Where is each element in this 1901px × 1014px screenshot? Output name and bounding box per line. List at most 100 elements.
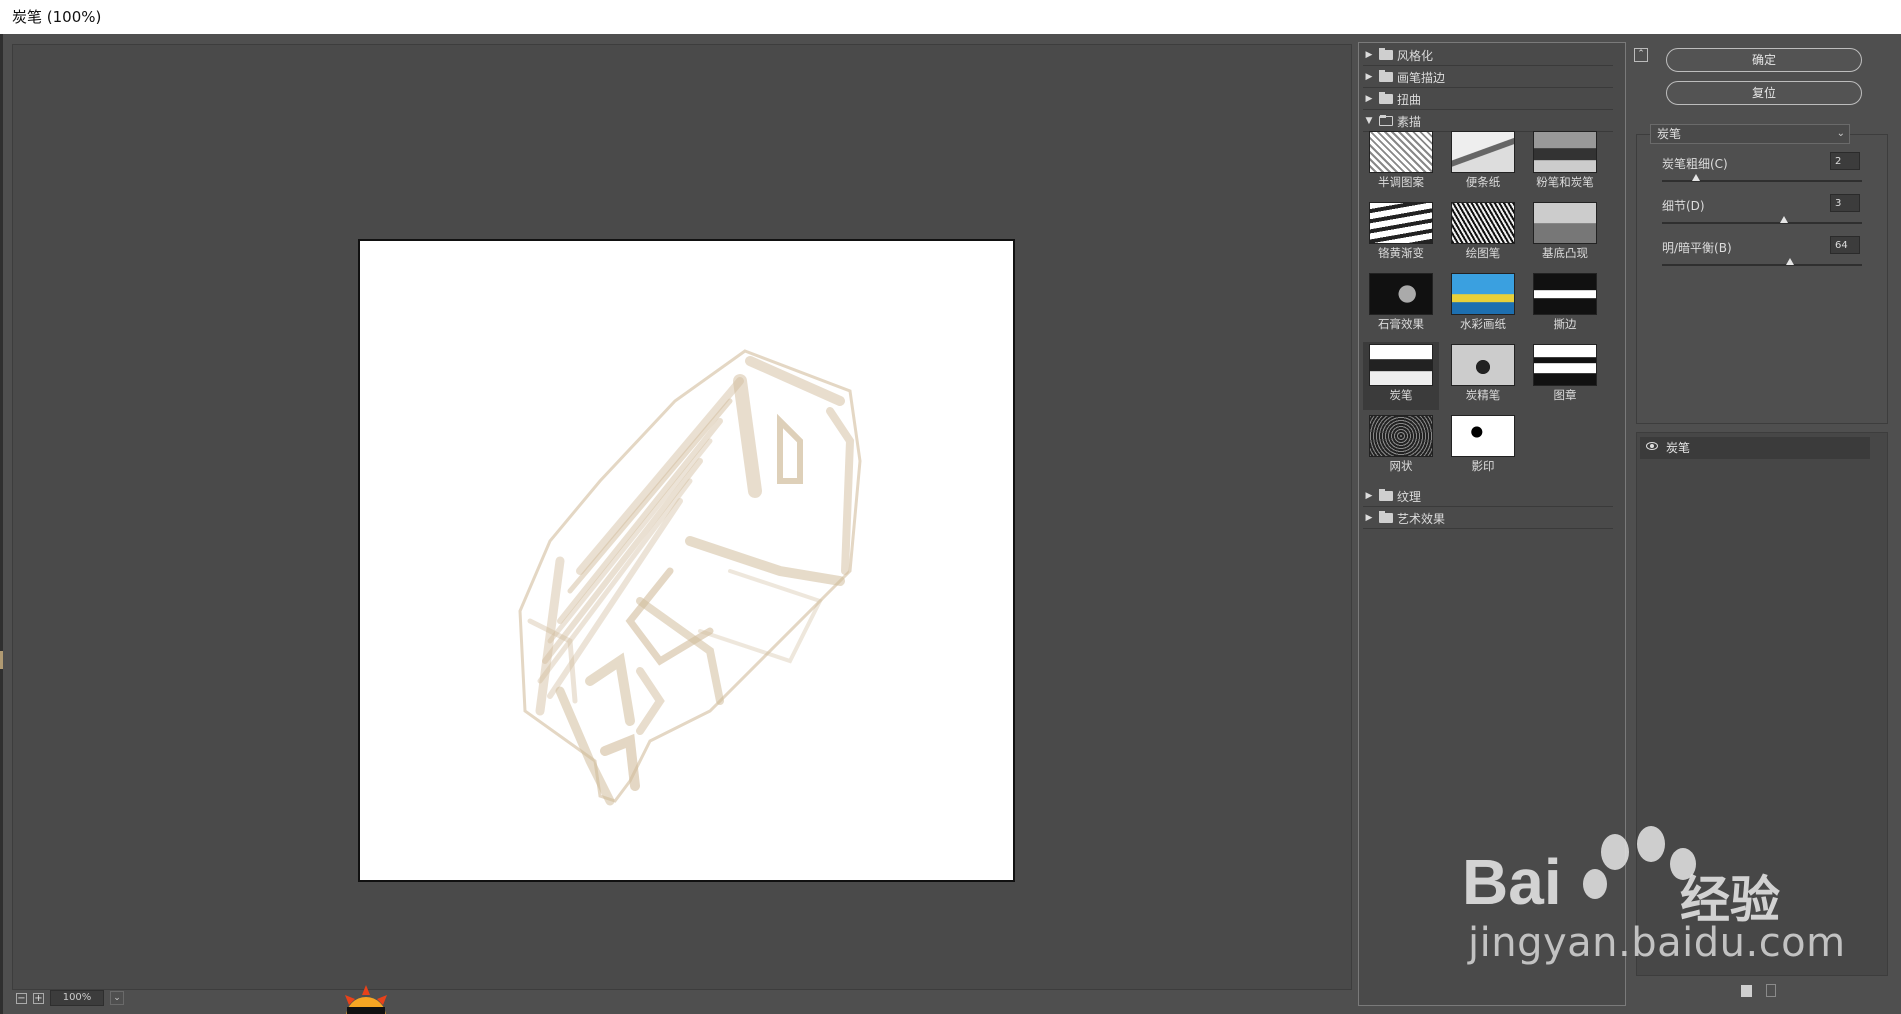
collapsed-triangle-icon: ▶ <box>1365 72 1373 82</box>
effect-layer-row[interactable]: 炭笔 <box>1640 437 1870 459</box>
folder-icon <box>1379 489 1393 501</box>
ok-button[interactable]: 确定 <box>1666 48 1862 72</box>
eye-icon[interactable] <box>1646 442 1658 450</box>
thumbnail-label: 撕边 <box>1553 317 1577 331</box>
folder-label: 扭曲 <box>1397 92 1422 107</box>
thumbnail-image <box>1369 273 1433 315</box>
folder-artistic[interactable]: ▶ 艺术效果 <box>1363 508 1613 529</box>
collapsed-triangle-icon: ▶ <box>1365 513 1373 523</box>
folder-icon <box>1379 511 1393 523</box>
charcoal-sketch-image <box>518 349 862 806</box>
thumbnail-label: 炭精笔 <box>1465 388 1501 402</box>
left-edge-marker <box>0 651 3 669</box>
thumb-water-paper[interactable]: 水彩画纸 <box>1445 271 1521 339</box>
effect-layer-label: 炭笔 <box>1666 441 1691 455</box>
thumbnail-label: 石膏效果 <box>1378 317 1424 331</box>
thumbnail-label: 粉笔和炭笔 <box>1536 175 1594 189</box>
zoom-value-field[interactable]: 100% <box>50 990 104 1006</box>
thumbnail-label: 铬黄渐变 <box>1378 246 1424 260</box>
thumbnail-image <box>1451 273 1515 315</box>
thumbnail-label: 网状 <box>1389 459 1413 473</box>
thumbnail-label: 炭笔 <box>1389 388 1413 402</box>
filter-select-value: 炭笔 <box>1657 127 1682 141</box>
thumb-reticulation[interactable]: 网状 <box>1363 413 1439 481</box>
filter-select[interactable]: 炭笔 ⌄ <box>1650 124 1850 144</box>
thumbnail-label: 便条纸 <box>1465 175 1501 189</box>
param-label: 细节(D) <box>1662 199 1705 213</box>
thumbnail-image <box>1451 131 1515 173</box>
thumbnail-label: 半调图案 <box>1378 175 1424 189</box>
thumbnail-image <box>1451 344 1515 386</box>
thumb-chalk-charcoal[interactable]: 粉笔和炭笔 <box>1527 129 1603 197</box>
zoom-in-button[interactable]: + <box>33 992 44 1004</box>
thumb-chrome[interactable]: 铬黄渐变 <box>1363 200 1439 268</box>
watermark-url: jingyan.baidu.com <box>1468 920 1846 966</box>
folder-label: 纹理 <box>1397 489 1422 504</box>
window-title: 炭笔 (100%) <box>0 0 1901 34</box>
thumbnail-image <box>1369 415 1433 457</box>
thumb-conte-crayon[interactable]: 炭精笔 <box>1445 342 1521 410</box>
sun-emoji-icon <box>345 985 387 1014</box>
thumb-torn-edges[interactable]: 撕边 <box>1527 271 1603 339</box>
param-value-input[interactable]: 3 <box>1830 194 1860 212</box>
collapse-gallery-icon[interactable]: ⌃ <box>1634 48 1648 62</box>
thumb-photocopy[interactable]: 影印 <box>1445 413 1521 481</box>
preview-canvas[interactable] <box>358 239 1015 882</box>
folder-label: 素描 <box>1397 114 1422 129</box>
thumb-bas-relief[interactable]: 基底凸现 <box>1527 200 1603 268</box>
folder-icon <box>1379 70 1393 82</box>
collapsed-triangle-icon: ▶ <box>1365 491 1373 501</box>
thumbnail-label: 影印 <box>1471 459 1495 473</box>
folder-stylize[interactable]: ▶ 风格化 <box>1363 45 1613 66</box>
thumbnail-label: 绘图笔 <box>1465 246 1501 260</box>
chevron-down-icon: ⌄ <box>1836 128 1845 139</box>
folder-label: 画笔描边 <box>1397 70 1446 85</box>
thumb-graphic-pen[interactable]: 绘图笔 <box>1445 200 1521 268</box>
collapsed-triangle-icon: ▶ <box>1365 50 1373 60</box>
thumbnail-image <box>1533 344 1597 386</box>
folder-distort[interactable]: ▶ 扭曲 <box>1363 89 1613 110</box>
param-detail: 细节(D) 3 <box>1662 194 1862 237</box>
thumb-charcoal[interactable]: 炭笔 <box>1363 342 1439 410</box>
open-folder-icon <box>1379 115 1393 126</box>
thumbnail-image <box>1533 273 1597 315</box>
thumbnail-label: 图章 <box>1553 388 1577 402</box>
folder-label: 艺术效果 <box>1397 511 1446 526</box>
preview-area[interactable] <box>12 44 1352 990</box>
thumbnail-image <box>1369 131 1433 173</box>
thumbnail-image <box>1369 344 1433 386</box>
zoom-controls: − + 100% ⌄ <box>16 990 124 1006</box>
reset-button[interactable]: 复位 <box>1666 81 1862 105</box>
param-value-input[interactable]: 64 <box>1830 236 1860 254</box>
param-light-dark-balance: 明/暗平衡(B) 64 <box>1662 236 1862 279</box>
thumbnail-image <box>1533 131 1597 173</box>
thumb-plaster[interactable]: 石膏效果 <box>1363 271 1439 339</box>
thumbnail-label: 基底凸现 <box>1542 246 1588 260</box>
thumb-halftone-pattern[interactable]: 半调图案 <box>1363 129 1439 197</box>
watermark-brand: Bai <box>1462 846 1562 918</box>
zoom-out-button[interactable]: − <box>16 992 27 1004</box>
param-slider-knob[interactable] <box>1780 216 1788 223</box>
thumb-note-paper[interactable]: 便条纸 <box>1445 129 1521 197</box>
folder-label: 风格化 <box>1397 48 1434 63</box>
thumb-stamp[interactable]: 图章 <box>1527 342 1603 410</box>
param-charcoal-thickness: 炭笔粗细(C) 2 <box>1662 152 1862 195</box>
thumbnail-image <box>1451 202 1515 244</box>
collapsed-triangle-icon: ▶ <box>1365 94 1373 104</box>
thumbnail-image <box>1533 202 1597 244</box>
param-slider-knob[interactable] <box>1692 174 1700 181</box>
param-slider-knob[interactable] <box>1786 258 1794 265</box>
thumbnail-image <box>1369 202 1433 244</box>
param-slider-track[interactable] <box>1662 222 1862 224</box>
zoom-dropdown-button[interactable]: ⌄ <box>110 991 124 1005</box>
folder-texture[interactable]: ▶ 纹理 <box>1363 486 1613 507</box>
folder-icon <box>1379 92 1393 104</box>
folder-icon <box>1379 48 1393 60</box>
param-label: 明/暗平衡(B) <box>1662 241 1732 255</box>
left-edge <box>0 34 3 1014</box>
param-value-input[interactable]: 2 <box>1830 152 1860 170</box>
param-slider-track[interactable] <box>1662 264 1862 266</box>
thumbnail-image <box>1451 415 1515 457</box>
folder-brush-strokes[interactable]: ▶ 画笔描边 <box>1363 67 1613 88</box>
expanded-triangle-icon: ▼ <box>1365 116 1373 126</box>
